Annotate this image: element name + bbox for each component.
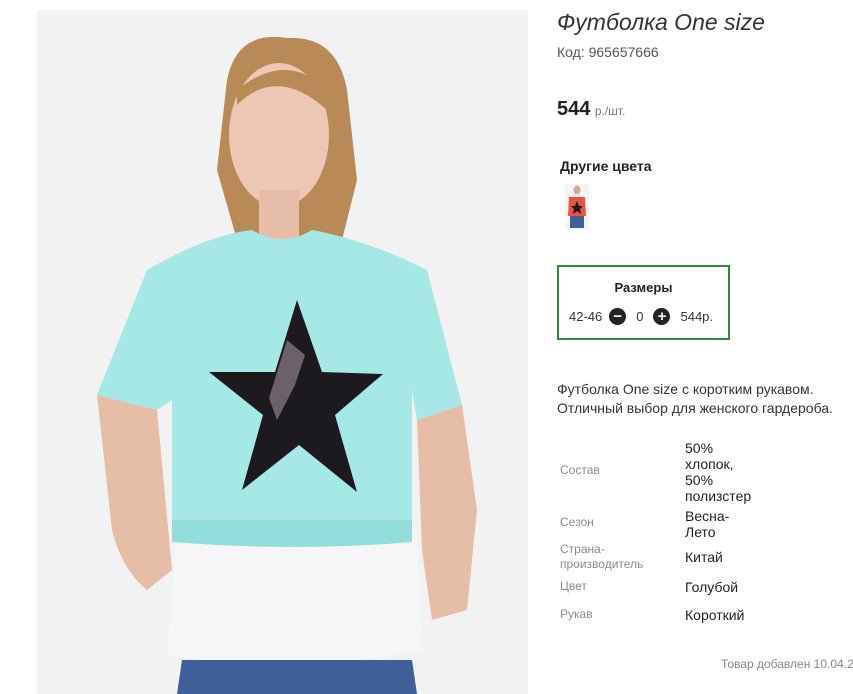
- swatch-thumbnail: [565, 184, 589, 230]
- sizes-title: Размеры: [614, 280, 673, 295]
- product-description: Футболка One size с коротким рукавом. От…: [557, 380, 847, 418]
- product-title: Футболка One size: [557, 9, 765, 35]
- property-label-country: Страна-производитель: [560, 542, 644, 571]
- property-value-composition: 50% хлопок, 50% полизстер: [685, 440, 752, 504]
- minus-icon[interactable]: −: [609, 308, 627, 325]
- property-label-season: Сезон: [560, 515, 594, 529]
- property-label-composition: Состав: [560, 463, 600, 477]
- property-label-sleeve: Рукав: [560, 607, 593, 621]
- price-value: 544: [557, 98, 591, 120]
- property-value-season: Весна-Лето: [685, 508, 730, 540]
- product-code: Код: 965657666: [557, 44, 659, 60]
- property-value-country: Китай: [685, 549, 723, 565]
- property-value-sleeve: Короткий: [685, 607, 745, 623]
- size-row: 42-46 − 0 + 544р.: [569, 308, 713, 325]
- color-swatch-red[interactable]: [565, 184, 589, 230]
- size-price: 544р.: [680, 309, 714, 324]
- product-photo-illustration: [37, 10, 528, 694]
- description-line-2: Отличный выбор для женского гардероба.: [557, 400, 833, 416]
- added-date: Товар добавлен 10.04.2: [721, 657, 853, 671]
- other-colors-title: Другие цвета: [560, 158, 652, 174]
- product-photo[interactable]: [37, 10, 528, 694]
- size-label: 42-46: [569, 309, 603, 324]
- property-value-color: Голубой: [685, 579, 739, 595]
- product-code-value: 965657666: [588, 44, 659, 60]
- plus-icon[interactable]: +: [653, 308, 671, 325]
- product-price: 544 р./шт.: [557, 98, 625, 121]
- description-line-1: Футболка One size с коротким рукавом.: [557, 381, 814, 397]
- sizes-panel: Размеры 42-46 − 0 + 544р.: [557, 265, 730, 340]
- price-unit: р./шт.: [594, 104, 626, 118]
- quantity-value[interactable]: 0: [636, 309, 643, 324]
- property-label-color: Цвет: [560, 579, 587, 593]
- product-code-label: Код:: [557, 44, 585, 60]
